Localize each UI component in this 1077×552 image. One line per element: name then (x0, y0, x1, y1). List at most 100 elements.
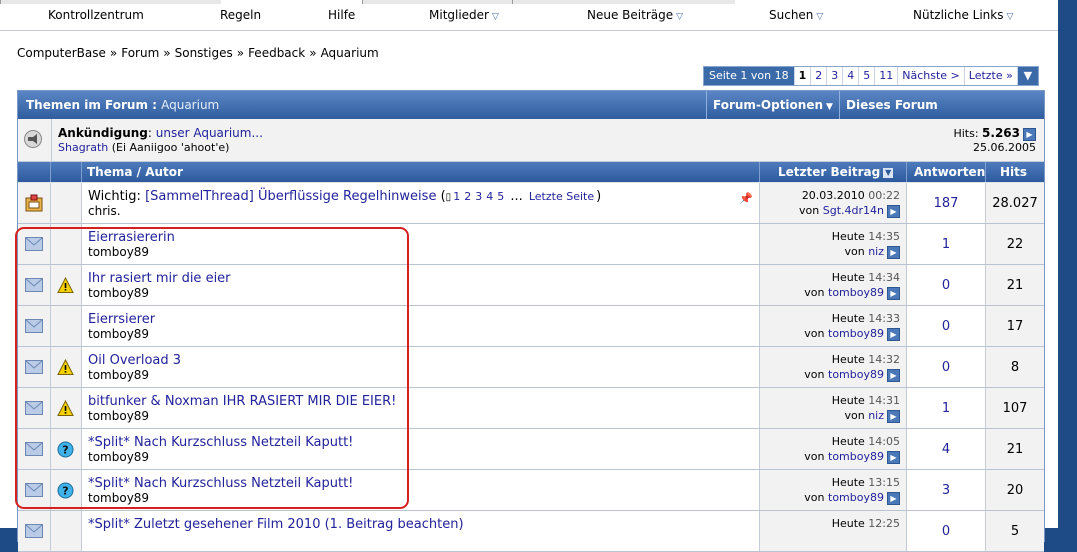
thread-page-link[interactable]: 5 (497, 190, 504, 203)
thread-title-link[interactable]: Eierrasiererin (88, 230, 175, 245)
page-5[interactable]: 5 (859, 67, 876, 85)
breadcrumb-forum[interactable]: Forum (121, 46, 159, 60)
forum-search-button[interactable]: Dieses Forum durchsuchen▼ (839, 91, 1044, 140)
thread-page-link[interactable]: 1 (453, 190, 460, 203)
thread-title-link[interactable]: Oil Overload 3 (88, 353, 181, 368)
page-11[interactable]: 11 (875, 67, 899, 85)
chevron-down-icon: ▼ (826, 102, 833, 112)
breadcrumb-feedback[interactable]: Feedback (248, 46, 305, 60)
page-3[interactable]: 3 (827, 67, 844, 85)
thread-title-link[interactable]: Ihr rasiert mir die eier (88, 271, 231, 286)
thread-row: Wichtig: [SammelThread] Überflüssige Reg… (18, 183, 1044, 224)
go-to-last-post-icon[interactable]: ▶ (887, 286, 900, 300)
thread-author[interactable]: tomboy89 (88, 368, 149, 382)
go-to-post-icon[interactable]: ▶ (1023, 127, 1036, 141)
thread-last-page-link[interactable]: Letzte Seite (529, 190, 594, 203)
thread-author[interactable]: tomboy89 (88, 245, 149, 259)
last-page-link[interactable]: Letzte » (965, 67, 1018, 85)
last-post-user-link[interactable]: tomboy89 (828, 286, 884, 299)
nav-mitglieder[interactable]: Mitglieder ▽ (429, 8, 499, 22)
thread-page-link[interactable]: 4 (486, 190, 493, 203)
last-post-by: von niz ▶ (844, 409, 900, 423)
nav-regeln[interactable]: Regeln (220, 8, 261, 22)
last-post-user-link[interactable]: tomboy89 (828, 327, 884, 340)
breadcrumb-aquarium[interactable]: Aquarium (321, 46, 379, 60)
next-page-link[interactable]: Nächste > (898, 67, 965, 85)
go-to-last-post-icon[interactable]: ▶ (887, 491, 900, 505)
envelope-icon (25, 524, 43, 538)
replies-cell: 0 (907, 265, 986, 305)
multipage-icon: ▯ (445, 192, 452, 203)
nav-hilfe[interactable]: Hilfe (328, 8, 355, 22)
page-2[interactable]: 2 (811, 67, 828, 85)
thread-author[interactable]: chris. (88, 204, 121, 218)
nav-neue-beitraege[interactable]: Neue Beiträge ▽ (587, 8, 683, 22)
replies-count[interactable]: 0 (907, 278, 985, 293)
go-to-last-post-icon[interactable]: ▶ (887, 327, 900, 341)
replies-count[interactable]: 0 (907, 524, 985, 539)
last-post-user-link[interactable]: Sgt.4dr14n (823, 204, 884, 217)
thread-page-link[interactable]: 2 (464, 190, 471, 203)
page-4[interactable]: 4 (843, 67, 860, 85)
last-post-user-link[interactable]: niz (868, 245, 884, 258)
replies-count[interactable]: 0 (907, 319, 985, 334)
thread-title-link[interactable]: *Split* Nach Kurzschluss Netzteil Kaputt… (88, 476, 353, 491)
hits-cell: 5 (986, 511, 1044, 551)
thread-author[interactable]: tomboy89 (88, 327, 149, 341)
last-post-cell: Heute 14:31 von niz ▶ (760, 388, 907, 428)
replies-count[interactable]: 1 (907, 401, 985, 416)
col-hits[interactable]: Hits (1000, 165, 1027, 179)
page: Kontrollzentrum Regeln Hilfe Mitglieder ▽… (0, 0, 1058, 552)
last-post-user-link[interactable]: tomboy89 (828, 450, 884, 463)
announcement-title-line: Ankündigung: unser Aquarium... (58, 126, 263, 140)
col-topic[interactable]: Thema / Autor (87, 165, 183, 179)
thread-title-link[interactable]: Eierrsierer (88, 312, 155, 327)
forum-options-button[interactable]: Forum-Optionen ▼ (706, 91, 839, 119)
question-icon: ? (57, 482, 74, 499)
go-to-last-post-icon[interactable]: ▶ (887, 450, 900, 464)
nav-kontrollzentrum[interactable]: Kontrollzentrum (48, 8, 144, 22)
breadcrumb-computerbase[interactable]: ComputerBase (17, 46, 106, 60)
thread-title-link[interactable]: bitfunker & Noxman IHR RASIERT MIR DIE E… (88, 394, 396, 409)
go-to-last-post-icon[interactable]: ▶ (887, 409, 900, 423)
last-post-date: Heute 12:25 (831, 517, 900, 530)
replies-cell: 1 (907, 224, 986, 264)
announcement-link[interactable]: unser Aquarium... (156, 126, 263, 140)
col-last-post[interactable]: Letzter Beitrag ▼ (778, 165, 894, 179)
thread-title-cell: Wichtig: [SammelThread] Überflüssige Reg… (82, 183, 760, 223)
last-post-user-link[interactable]: niz (868, 409, 884, 422)
thread-author[interactable]: tomboy89 (88, 286, 149, 300)
thread-title-link[interactable]: [SammelThread] Überflüssige Regelhinweis… (145, 189, 436, 204)
nav-tab-strip (0, 0, 1058, 5)
nav-suchen[interactable]: Suchen ▽ (769, 8, 823, 22)
replies-count[interactable]: 187 (907, 196, 985, 211)
announcement-author[interactable]: Shagrath (58, 141, 108, 154)
go-to-last-post-icon[interactable]: ▶ (887, 245, 900, 259)
last-post-date: Heute 13:15 (831, 476, 900, 489)
last-post-by: von tomboy89 ▶ (804, 450, 900, 464)
replies-count[interactable]: 4 (907, 442, 985, 457)
thread-author[interactable]: tomboy89 (88, 450, 149, 464)
go-to-last-post-icon[interactable]: ▶ (887, 204, 900, 218)
thread-page-link[interactable]: 3 (475, 190, 482, 203)
breadcrumb-sonstiges[interactable]: Sonstiges (175, 46, 233, 60)
replies-count[interactable]: 0 (907, 360, 985, 375)
last-post-user-link[interactable]: tomboy89 (828, 491, 884, 504)
col-replies[interactable]: Antworten (914, 165, 985, 179)
chevron-down-icon: ▽ (492, 12, 499, 22)
page-jump-dropdown[interactable]: ▼ (1017, 67, 1038, 85)
go-to-last-post-icon[interactable]: ▶ (887, 368, 900, 382)
thread-title-link[interactable]: *Split* Zuletzt gesehener Film 2010 (1. … (88, 517, 464, 532)
last-post-user-link[interactable]: tomboy89 (828, 368, 884, 381)
sticky-thread-icon (25, 194, 43, 212)
thread-author[interactable]: tomboy89 (88, 409, 149, 423)
thread-title-link[interactable]: *Split* Nach Kurzschluss Netzteil Kaputt… (88, 435, 353, 450)
breadcrumb-separator: » (236, 46, 245, 60)
thread-row: bitfunker & Noxman IHR RASIERT MIR DIE E… (18, 388, 1044, 429)
replies-count[interactable]: 1 (907, 237, 985, 252)
last-post-date: Heute 14:35 (831, 230, 900, 243)
nav-nuetzliche-links[interactable]: Nützliche Links ▽ (913, 8, 1013, 22)
breadcrumb-separator: » (109, 46, 118, 60)
replies-count[interactable]: 3 (907, 483, 985, 498)
thread-author[interactable]: tomboy89 (88, 491, 149, 505)
